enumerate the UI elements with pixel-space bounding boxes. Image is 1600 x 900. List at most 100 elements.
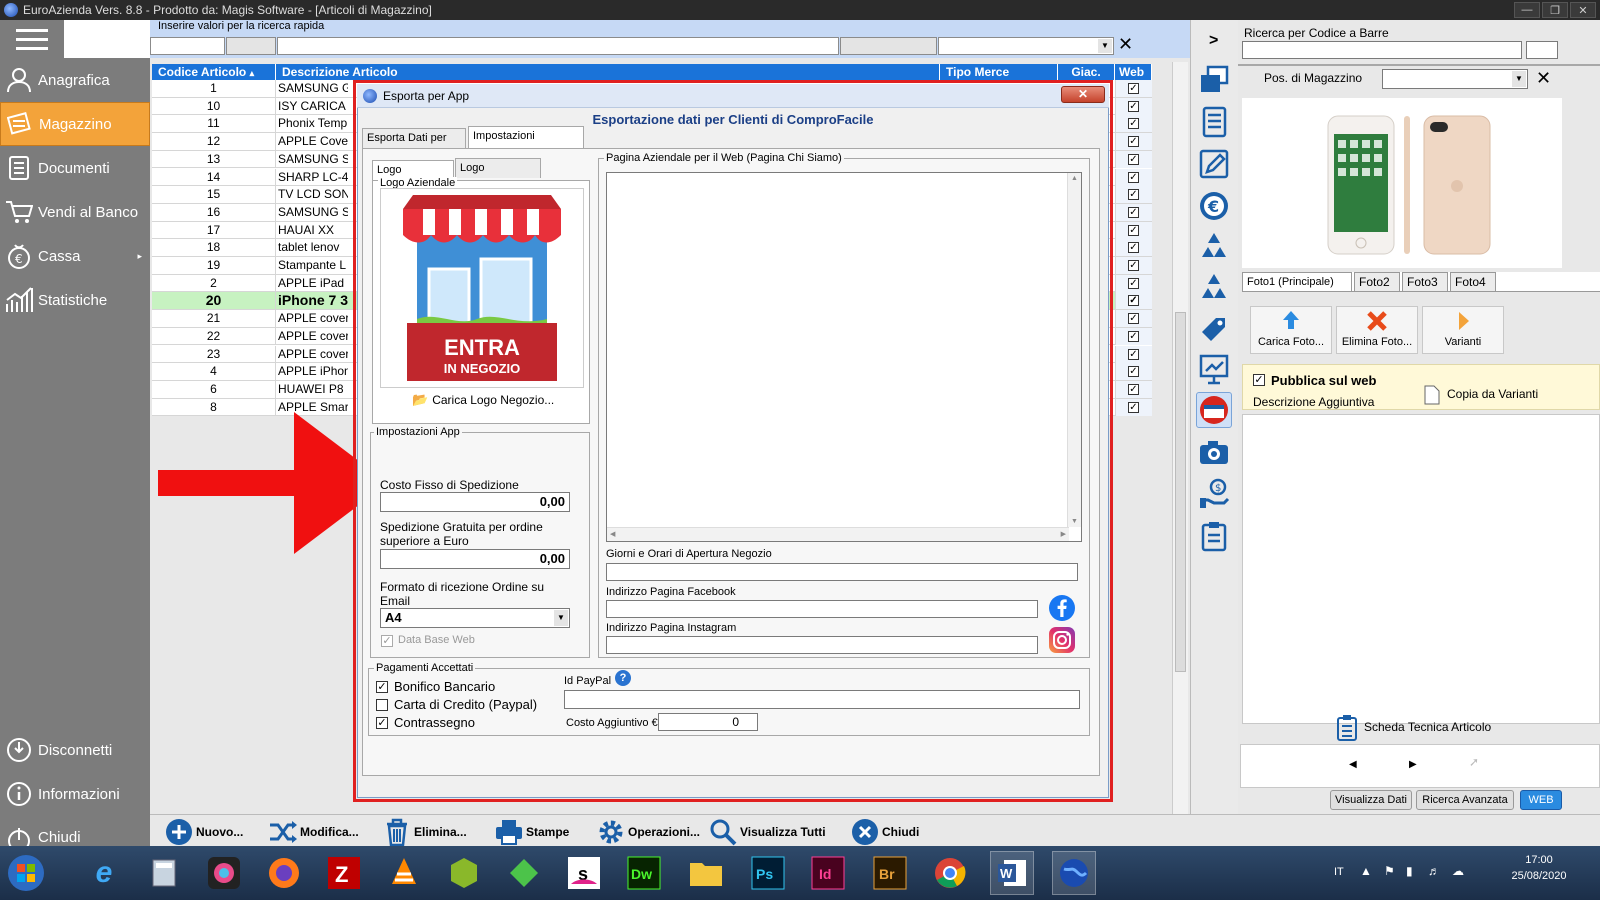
web-checkbox[interactable]: ✓	[1128, 383, 1139, 395]
column-header-web[interactable]: Web	[1115, 64, 1152, 80]
chevron-down-icon[interactable]: ▼	[1512, 71, 1526, 87]
publish-web-checkbox[interactable]: ✓	[1253, 374, 1265, 386]
filezilla-icon[interactable]: Z	[322, 851, 366, 895]
next-arrow-icon[interactable]: ▶	[1409, 759, 1417, 770]
paypal-id-input[interactable]	[564, 690, 1080, 709]
chrome-icon[interactable]	[928, 851, 972, 895]
network-icon[interactable]: ▮	[1406, 864, 1413, 878]
chevron-down-icon[interactable]: ▼	[1098, 39, 1112, 53]
column-header-description[interactable]: Descrizione Articolo	[276, 64, 940, 80]
clear-position-icon[interactable]: ✕	[1536, 68, 1551, 89]
tech-sheet-link[interactable]: Scheda Tecnica Articolo	[1364, 720, 1491, 734]
volume-icon[interactable]: ♬	[1428, 864, 1440, 878]
sidebar-item-magazzino[interactable]: Magazzino	[0, 102, 150, 146]
copy-document-icon[interactable]	[1419, 383, 1443, 407]
show-all-button[interactable]: Visualizza Tutti	[708, 818, 826, 846]
delete-button[interactable]: Elimina...	[382, 818, 467, 846]
tray-expand-icon[interactable]: ▲	[1360, 864, 1372, 878]
search-field-spacer[interactable]	[226, 37, 276, 55]
calculator-icon[interactable]	[142, 851, 186, 895]
web-checkbox[interactable]: ✓	[1128, 366, 1139, 378]
close-window-button[interactable]: ✕	[1570, 2, 1596, 18]
euroazienda-globe-icon[interactable]	[1052, 851, 1096, 895]
recycle-icon[interactable]	[1196, 228, 1232, 264]
grid-scrollbar[interactable]	[1172, 62, 1188, 814]
presentation-chart-icon[interactable]	[1196, 351, 1232, 387]
sidebar-item-vendi-al-banco[interactable]: Vendi al Banco	[0, 190, 150, 234]
recycle-alt-icon[interactable]	[1196, 269, 1232, 305]
document-list-icon[interactable]	[1196, 104, 1232, 140]
sidebar-item-cassa[interactable]: € Cassa ▸	[0, 234, 150, 278]
help-question-icon[interactable]: ?	[615, 670, 631, 686]
company-page-textarea[interactable]: ▲ ▼ ◀ ▶	[606, 172, 1082, 542]
edit-button[interactable]: Modifica...	[268, 818, 359, 846]
web-checkbox[interactable]: ✓	[1128, 153, 1139, 165]
web-checkbox[interactable]: ✓	[1128, 330, 1139, 342]
word-icon[interactable]: W	[990, 851, 1034, 895]
new-button[interactable]: Nuovo...	[164, 818, 243, 846]
facebook-input[interactable]	[606, 600, 1038, 618]
tab-esporta-dati[interactable]: Esporta Dati per App	[362, 128, 466, 162]
sidebar-item-disconnetti[interactable]: Disconnetti	[0, 728, 150, 772]
firefox-icon[interactable]	[262, 851, 306, 895]
tech-sheet-icon[interactable]	[1336, 714, 1358, 742]
flag-icon[interactable]: ⚑	[1384, 864, 1395, 878]
web-checkbox[interactable]: ✓	[1128, 260, 1139, 271]
indesign-icon[interactable]: Id	[806, 851, 850, 895]
web-checkbox[interactable]: ✓	[1128, 242, 1139, 254]
tab-photo-2[interactable]: Foto2	[1354, 272, 1400, 292]
column-header-code[interactable]: Codice Articolo ▴	[152, 64, 276, 80]
close-button[interactable]: Chiudi	[850, 818, 919, 846]
clipboard-export-icon[interactable]	[1196, 518, 1232, 554]
search-field-description[interactable]	[277, 37, 839, 55]
web-checkbox[interactable]: ✓	[1128, 171, 1139, 183]
textarea-vscroll[interactable]: ▲ ▼	[1067, 173, 1081, 527]
language-indicator[interactable]: IT	[1334, 866, 1344, 878]
print-button[interactable]: Stampe	[494, 818, 569, 846]
dreamweaver-icon[interactable]: Dw	[622, 851, 666, 895]
euro-icon[interactable]: €	[1196, 188, 1232, 224]
barcode-aux-input[interactable]	[1526, 41, 1558, 59]
variants-button[interactable]: Varianti	[1422, 306, 1504, 354]
shop-app-icon[interactable]	[1196, 392, 1232, 428]
load-photo-button[interactable]: Carica Foto...	[1250, 306, 1332, 354]
web-checkbox[interactable]: ✓	[1128, 348, 1139, 360]
operations-button[interactable]: Operazioni...	[596, 818, 700, 846]
web-checkbox[interactable]: ✓	[1128, 83, 1139, 94]
tab-logo-orizzontale[interactable]: Logo Orizzontale	[455, 158, 541, 192]
additional-description-textarea[interactable]	[1242, 414, 1600, 724]
tab-photo-4[interactable]: Foto4	[1450, 272, 1496, 292]
web-checkbox[interactable]: ✓	[1128, 136, 1139, 148]
delete-photo-button[interactable]: Elimina Foto...	[1336, 306, 1418, 354]
previous-arrow-icon[interactable]: ◀	[1349, 759, 1357, 770]
web-checkbox[interactable]: ✓	[1128, 313, 1139, 325]
start-button-icon[interactable]	[4, 851, 48, 895]
tab-photo-3[interactable]: Foto3	[1402, 272, 1448, 292]
scrollbar-thumb[interactable]	[1175, 312, 1186, 672]
warehouse-position-dropdown[interactable]: ▼	[1382, 69, 1528, 89]
pay-card-checkbox[interactable]	[376, 699, 388, 711]
shipping-cost-input[interactable]: 0,00	[380, 492, 570, 512]
order-format-select[interactable]: A4 ▼	[380, 608, 570, 628]
hand-money-icon[interactable]: $	[1196, 476, 1232, 512]
edit-pencil-icon[interactable]	[1196, 146, 1232, 182]
tab-visualizza-dati[interactable]: Visualizza Dati	[1330, 790, 1412, 810]
pay-cod-checkbox[interactable]: ✓	[376, 717, 388, 729]
taskbar-clock[interactable]: 17:00 25/08/2020	[1504, 852, 1574, 884]
hexagon-app-icon[interactable]	[442, 851, 486, 895]
free-shipping-input[interactable]: 0,00	[380, 549, 570, 569]
web-checkbox[interactable]: ✓	[1128, 224, 1139, 236]
web-checkbox[interactable]: ✓	[1128, 401, 1139, 413]
search-field-code[interactable]	[150, 37, 225, 55]
web-checkbox[interactable]: ✓	[1128, 189, 1139, 201]
barcode-input[interactable]	[1242, 41, 1522, 59]
bridge-icon[interactable]: Br	[868, 851, 912, 895]
instagram-input[interactable]	[606, 636, 1038, 654]
vlc-icon[interactable]	[382, 851, 426, 895]
file-explorer-icon[interactable]	[684, 851, 728, 895]
photoshop-icon[interactable]: Ps	[746, 851, 790, 895]
sidebar-item-documenti[interactable]: Documenti	[0, 146, 150, 190]
camera-icon[interactable]	[1196, 434, 1232, 470]
cloud-icon[interactable]: ☁	[1452, 864, 1464, 878]
database-web-checkbox[interactable]: ✓	[381, 635, 393, 647]
